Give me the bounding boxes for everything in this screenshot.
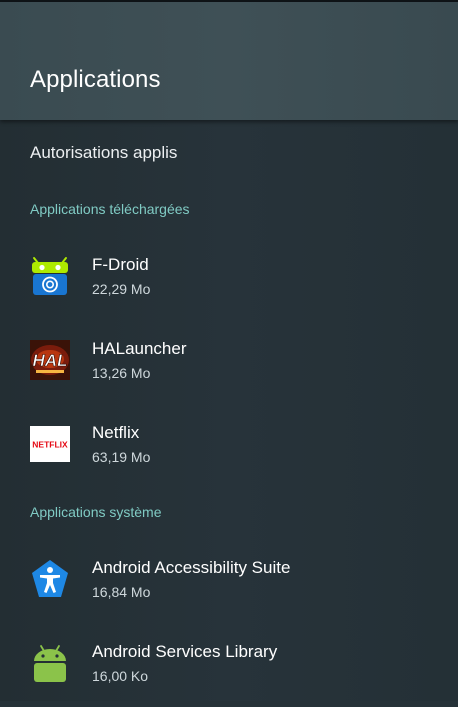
app-permissions-item[interactable]: Autorisations applis <box>0 130 458 176</box>
app-item-netflix[interactable]: NETFLIX Netflix 63,19 Mo <box>0 412 458 488</box>
app-name: Android Accessibility Suite <box>92 558 291 577</box>
app-name: Netflix <box>92 423 140 442</box>
app-header: Applications <box>0 2 458 120</box>
app-item-halauncher[interactable]: HAL HALauncher 13,26 Mo <box>0 328 458 404</box>
section-downloaded-apps: Applications téléchargées <box>30 201 190 217</box>
accessibility-icon <box>32 560 68 597</box>
app-size: 63,19 Mo <box>92 449 151 465</box>
app-size: 16,84 Mo <box>92 584 151 600</box>
halauncher-icon: HAL <box>30 340 70 380</box>
page-title: Applications <box>30 66 161 93</box>
app-name: F-Droid <box>92 255 149 274</box>
app-name: Android Services Library <box>92 642 278 661</box>
fdroid-icon <box>32 257 68 295</box>
halauncher-logo-text: HAL <box>33 351 68 370</box>
app-size: 16,00 Ko <box>92 668 149 684</box>
settings-screen: Applications Autorisations applis Applic… <box>0 0 458 701</box>
section-system-apps: Applications système <box>30 504 162 520</box>
netflix-icon: NETFLIX <box>30 426 70 462</box>
netflix-logo-text: NETFLIX <box>32 440 68 450</box>
app-item-android-services-library[interactable]: Android Services Library 16,00 Ko <box>0 631 458 707</box>
app-name: HALauncher <box>92 339 187 358</box>
android-icon <box>34 645 66 682</box>
app-size: 13,26 Mo <box>92 365 151 381</box>
app-item-accessibility-suite[interactable]: Android Accessibility Suite 16,84 Mo <box>0 547 458 623</box>
app-size: 22,29 Mo <box>92 281 151 297</box>
app-permissions-label: Autorisations applis <box>30 143 178 162</box>
app-item-fdroid[interactable]: F-Droid 22,29 Mo <box>0 244 458 320</box>
